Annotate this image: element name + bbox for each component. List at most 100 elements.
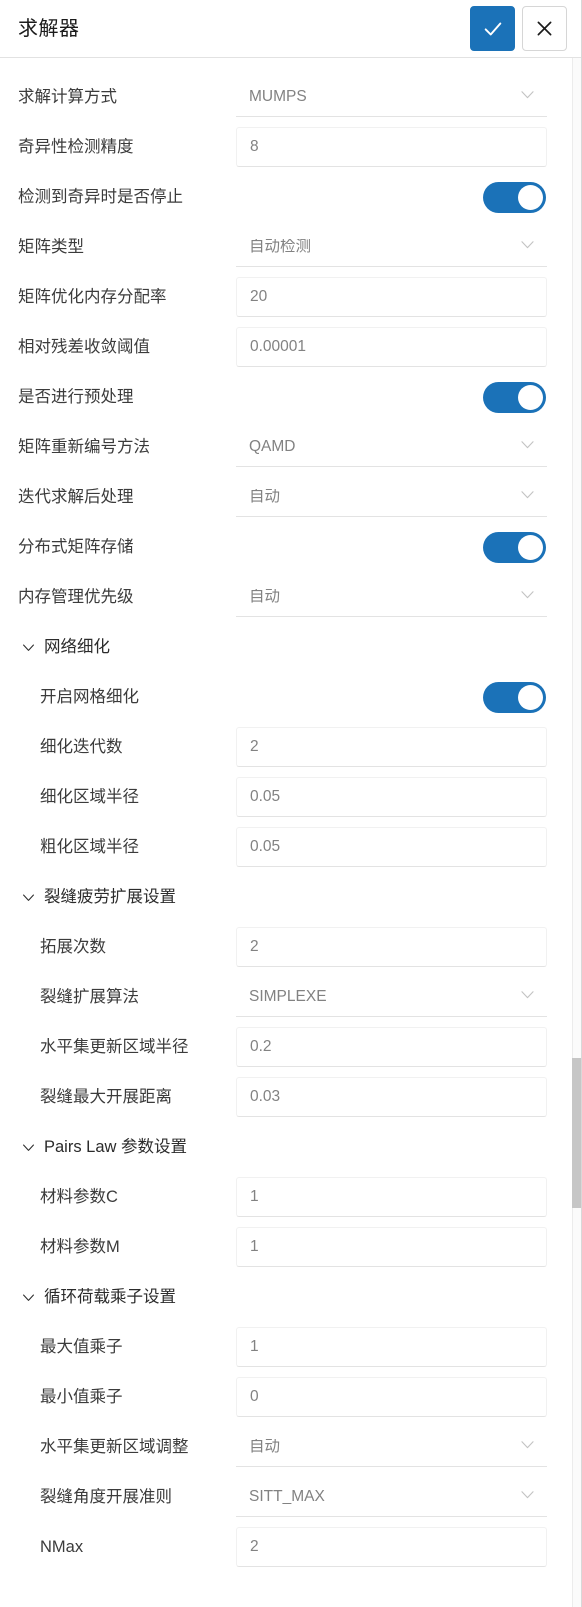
setting-label-nmax: NMax	[40, 1537, 84, 1556]
setting-row-enable-mesh-refine: 开启网格细化	[18, 672, 547, 722]
value-text: 0.05	[250, 839, 281, 855]
value-text: 0.2	[250, 1039, 272, 1055]
setting-label-memory-priority: 内存管理优先级	[18, 587, 134, 606]
select-matrix-type[interactable]: 自动检测	[236, 227, 547, 267]
text-input-min-multiplier[interactable]: 0	[236, 1377, 547, 1417]
text-input-memory-alloc-ratio[interactable]: 20	[236, 277, 547, 317]
setting-row-crack-algorithm: 裂缝扩展算法 SIMPLEXE	[18, 972, 547, 1022]
text-input-nmax[interactable]: 2	[236, 1527, 547, 1567]
value-text: 1	[250, 1339, 259, 1355]
setting-row-refine-radius: 细化区域半径 0.05	[18, 772, 547, 822]
setting-control-matrix-type: 自动检测	[236, 222, 547, 272]
setting-row-distributed-storage: 分布式矩阵存储	[18, 522, 547, 572]
setting-row-max-multiplier: 最大值乘子 1	[18, 1322, 547, 1372]
setting-label-min-multiplier: 最小值乘子	[40, 1387, 123, 1406]
close-button[interactable]	[522, 6, 567, 51]
toggle-switch-stop-on-singular[interactable]	[483, 181, 546, 213]
value-text: SIMPLEXE	[249, 988, 327, 1005]
text-input-residual-threshold[interactable]: 0.00001	[236, 327, 547, 367]
setting-control-extend-count: 2	[236, 922, 547, 972]
setting-control-renumber-method: QAMD	[236, 422, 547, 472]
setting-control-stop-on-singular	[236, 172, 547, 222]
select-solve-method[interactable]: MUMPS	[236, 77, 547, 117]
setting-row-levelset-adjust: 水平集更新区域调整 自动	[18, 1422, 547, 1472]
chevron-down-icon	[518, 435, 537, 459]
toggle-switch-preprocess[interactable]	[483, 381, 546, 413]
setting-control-enable-mesh-refine	[236, 672, 547, 722]
close-icon	[534, 18, 555, 39]
vertical-scrollbar-track[interactable]	[572, 58, 581, 1607]
text-input-refine-radius[interactable]: 0.05	[236, 777, 547, 817]
setting-row-material-param-c: 材料参数C 1	[18, 1172, 547, 1222]
confirm-button[interactable]	[470, 6, 515, 51]
setting-control-crack-angle-rule: SITT_MAX	[236, 1472, 547, 1522]
setting-label-enable-mesh-refine: 开启网格细化	[40, 687, 139, 706]
select-memory-priority[interactable]: 自动	[236, 577, 547, 617]
toggle-knob	[518, 184, 543, 210]
setting-control-preprocess	[236, 372, 547, 422]
group-title: 循环荷载乘子设置	[44, 1287, 176, 1306]
text-input-material-param-m[interactable]: 1	[236, 1227, 547, 1267]
setting-control-crack-algorithm: SIMPLEXE	[236, 972, 547, 1022]
value-text: 0	[250, 1389, 259, 1405]
setting-row-max-crack-distance: 裂缝最大开展距离 0.03	[18, 1072, 547, 1122]
setting-label-crack-algorithm: 裂缝扩展算法	[40, 987, 139, 1006]
dialog-titlebar: 求解器	[0, 0, 581, 58]
text-input-levelset-radius[interactable]: 0.2	[236, 1027, 547, 1067]
setting-label-singular-precision: 奇异性检测精度	[18, 137, 134, 156]
setting-row-solve-method: 求解计算方式 MUMPS	[18, 72, 547, 122]
setting-row-extend-count: 拓展次数 2	[18, 922, 547, 972]
toggle-switch-enable-mesh-refine[interactable]	[483, 681, 546, 713]
select-renumber-method[interactable]: QAMD	[236, 427, 547, 467]
setting-row-min-multiplier: 最小值乘子 0	[18, 1372, 547, 1422]
setting-control-distributed-storage	[236, 522, 547, 572]
text-input-max-multiplier[interactable]: 1	[236, 1327, 547, 1367]
text-input-max-crack-distance[interactable]: 0.03	[236, 1077, 547, 1117]
setting-label-coarsen-radius: 粗化区域半径	[40, 837, 139, 856]
text-input-extend-count[interactable]: 2	[236, 927, 547, 967]
setting-label-max-crack-distance: 裂缝最大开展距离	[40, 1087, 172, 1106]
chevron-down-icon	[518, 85, 537, 109]
select-post-process[interactable]: 自动	[236, 477, 547, 517]
setting-label-matrix-type: 矩阵类型	[18, 237, 84, 256]
setting-label-max-multiplier: 最大值乘子	[40, 1337, 123, 1356]
chevron-down-icon	[518, 1435, 537, 1459]
value-text: QAMD	[249, 438, 296, 455]
settings-scroll-area[interactable]: 求解计算方式 MUMPS 奇异性检测精度 8 检测到奇异时是否停止矩阵类型 自动检测矩阵优…	[0, 58, 581, 1607]
toggle-switch-distributed-storage[interactable]	[483, 531, 546, 563]
setting-label-refine-iterations: 细化迭代数	[40, 737, 123, 756]
group-header-group-mesh-refine[interactable]: 网络细化	[18, 622, 547, 672]
group-header-group-cyclic-load[interactable]: 循环荷载乘子设置	[18, 1272, 547, 1322]
chevron-down-icon	[18, 1139, 38, 1156]
select-crack-algorithm[interactable]: SIMPLEXE	[236, 977, 547, 1017]
group-header-group-crack-fatigue[interactable]: 裂缝疲劳扩展设置	[18, 872, 547, 922]
select-crack-angle-rule[interactable]: SITT_MAX	[236, 1477, 547, 1517]
setting-label-memory-alloc-ratio: 矩阵优化内存分配率	[18, 287, 167, 306]
vertical-scrollbar-thumb[interactable]	[572, 1058, 581, 1208]
setting-label-post-process: 迭代求解后处理	[18, 487, 134, 506]
setting-control-max-multiplier: 1	[236, 1322, 547, 1372]
setting-control-refine-iterations: 2	[236, 722, 547, 772]
setting-control-material-param-m: 1	[236, 1222, 547, 1272]
setting-label-solve-method: 求解计算方式	[18, 87, 117, 106]
chevron-down-icon	[518, 985, 537, 1009]
value-text: 自动	[249, 488, 281, 505]
setting-control-min-multiplier: 0	[236, 1372, 547, 1422]
text-input-singular-precision[interactable]: 8	[236, 127, 547, 167]
group-title: Pairs Law 参数设置	[44, 1137, 188, 1156]
value-text: 2	[250, 939, 259, 955]
select-levelset-adjust[interactable]: 自动	[236, 1427, 547, 1467]
text-input-coarsen-radius[interactable]: 0.05	[236, 827, 547, 867]
setting-row-stop-on-singular: 检测到奇异时是否停止	[18, 172, 547, 222]
text-input-material-param-c[interactable]: 1	[236, 1177, 547, 1217]
group-title: 裂缝疲劳扩展设置	[44, 887, 176, 906]
setting-label-extend-count: 拓展次数	[40, 937, 106, 956]
solver-dialog: 求解器 求解计算方式 MUMPS 奇异性检测精度 8 检测到奇异时是否停止 矩阵…	[0, 0, 582, 1607]
group-header-group-pairs-law[interactable]: Pairs Law 参数设置	[18, 1122, 547, 1172]
toggle-knob	[518, 384, 543, 410]
text-input-refine-iterations[interactable]: 2	[236, 727, 547, 767]
setting-label-residual-threshold: 相对残差收敛阈值	[18, 337, 150, 356]
chevron-down-icon	[518, 1485, 537, 1509]
group-title: 网络细化	[44, 637, 110, 656]
value-text: SITT_MAX	[249, 1488, 325, 1505]
